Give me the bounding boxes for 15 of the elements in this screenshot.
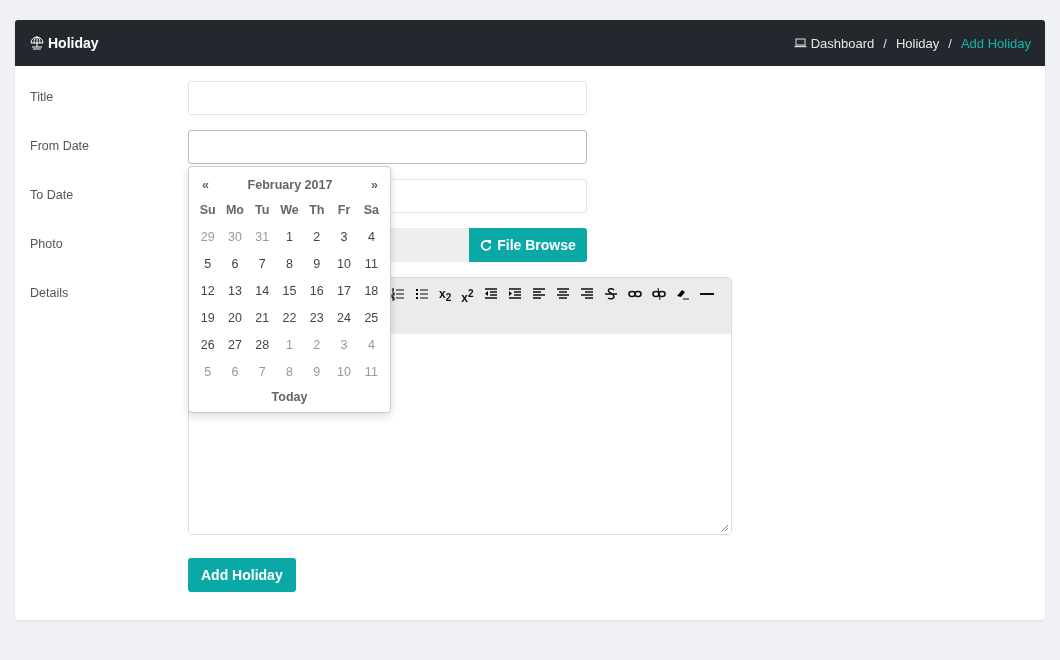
weekday-heading: Tu (254, 202, 271, 219)
weekday-heading: Mo (224, 202, 245, 219)
page-title: Holiday (48, 35, 99, 51)
weekday-heading: Su (198, 202, 217, 219)
weekday-heading: Fr (336, 202, 352, 219)
field-label: Details (30, 285, 70, 302)
field-label: Photo (30, 236, 64, 253)
field-label: To Date (30, 187, 75, 204)
weekday-heading: Th (308, 202, 326, 219)
weekday-heading: Sa (362, 202, 380, 219)
breadcrumb-separator: / (948, 35, 952, 51)
field-label: Title (30, 89, 55, 106)
weekday-heading: We (279, 202, 300, 219)
breadcrumb-separator: / (883, 35, 887, 51)
field-label: From Date (30, 138, 91, 155)
